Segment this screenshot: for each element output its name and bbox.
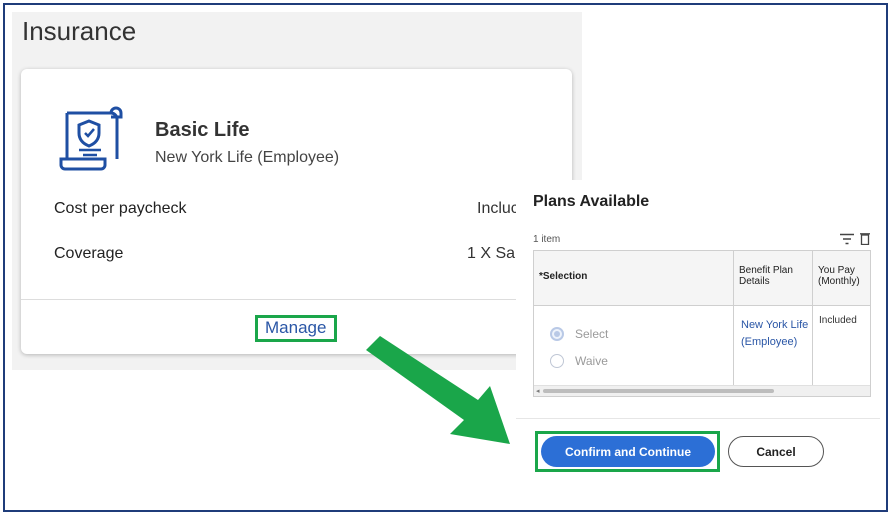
table-header: *Selection Benefit Plan Details You Pay … [534,251,870,306]
table-row: Select Waive [534,305,734,387]
column-you-pay-monthly: You Pay (Monthly) [818,265,860,287]
plans-title: Plans Available [533,193,650,210]
column-benefit-plan-details: Benefit Plan Details [734,251,813,305]
column-selection: *Selection [534,251,734,305]
filter-icon[interactable] [840,233,854,245]
manage-link[interactable]: Manage [265,318,326,338]
confirm-and-continue-button[interactable]: Confirm and Continue [541,436,715,467]
radio-label: Waive [575,354,608,368]
coverage-label: Coverage [54,245,124,262]
trash-icon[interactable] [860,232,870,245]
card-divider [21,299,572,300]
cancel-button[interactable]: Cancel [728,436,824,467]
item-count: 1 item [533,234,561,245]
scroll-left-icon[interactable]: ◂ [536,387,540,395]
radio-option-select[interactable]: Select [550,327,608,341]
benefit-plan-link[interactable]: New York Life (Employee) [734,305,813,387]
you-pay-value: Included [819,315,857,326]
radio-button-checked[interactable] [550,327,564,341]
plans-table: *Selection Benefit Plan Details You Pay … [533,250,871,397]
green-arrow-icon [366,336,510,444]
scrollbar-thumb[interactable] [543,389,774,393]
plan-name: Basic Life [155,119,250,141]
panel-divider [516,418,880,419]
cost-per-paycheck-value: Incluc [477,200,519,217]
page-title: Insurance [22,16,137,46]
basic-life-card: Basic Life New York Life (Employee) Cost… [21,69,572,354]
radio-label: Select [575,327,609,341]
coverage-value: 1 X Sal [467,245,519,262]
horizontal-scrollbar[interactable]: ◂ [534,385,870,396]
plans-available-panel: Plans Available 1 item *Selection Benefi… [516,180,880,510]
shield-scroll-icon [59,106,123,171]
radio-option-waive[interactable]: Waive [550,354,608,368]
cost-per-paycheck-label: Cost per paycheck [54,200,187,217]
radio-button[interactable] [550,354,564,368]
plan-provider: New York Life (Employee) [155,149,340,166]
